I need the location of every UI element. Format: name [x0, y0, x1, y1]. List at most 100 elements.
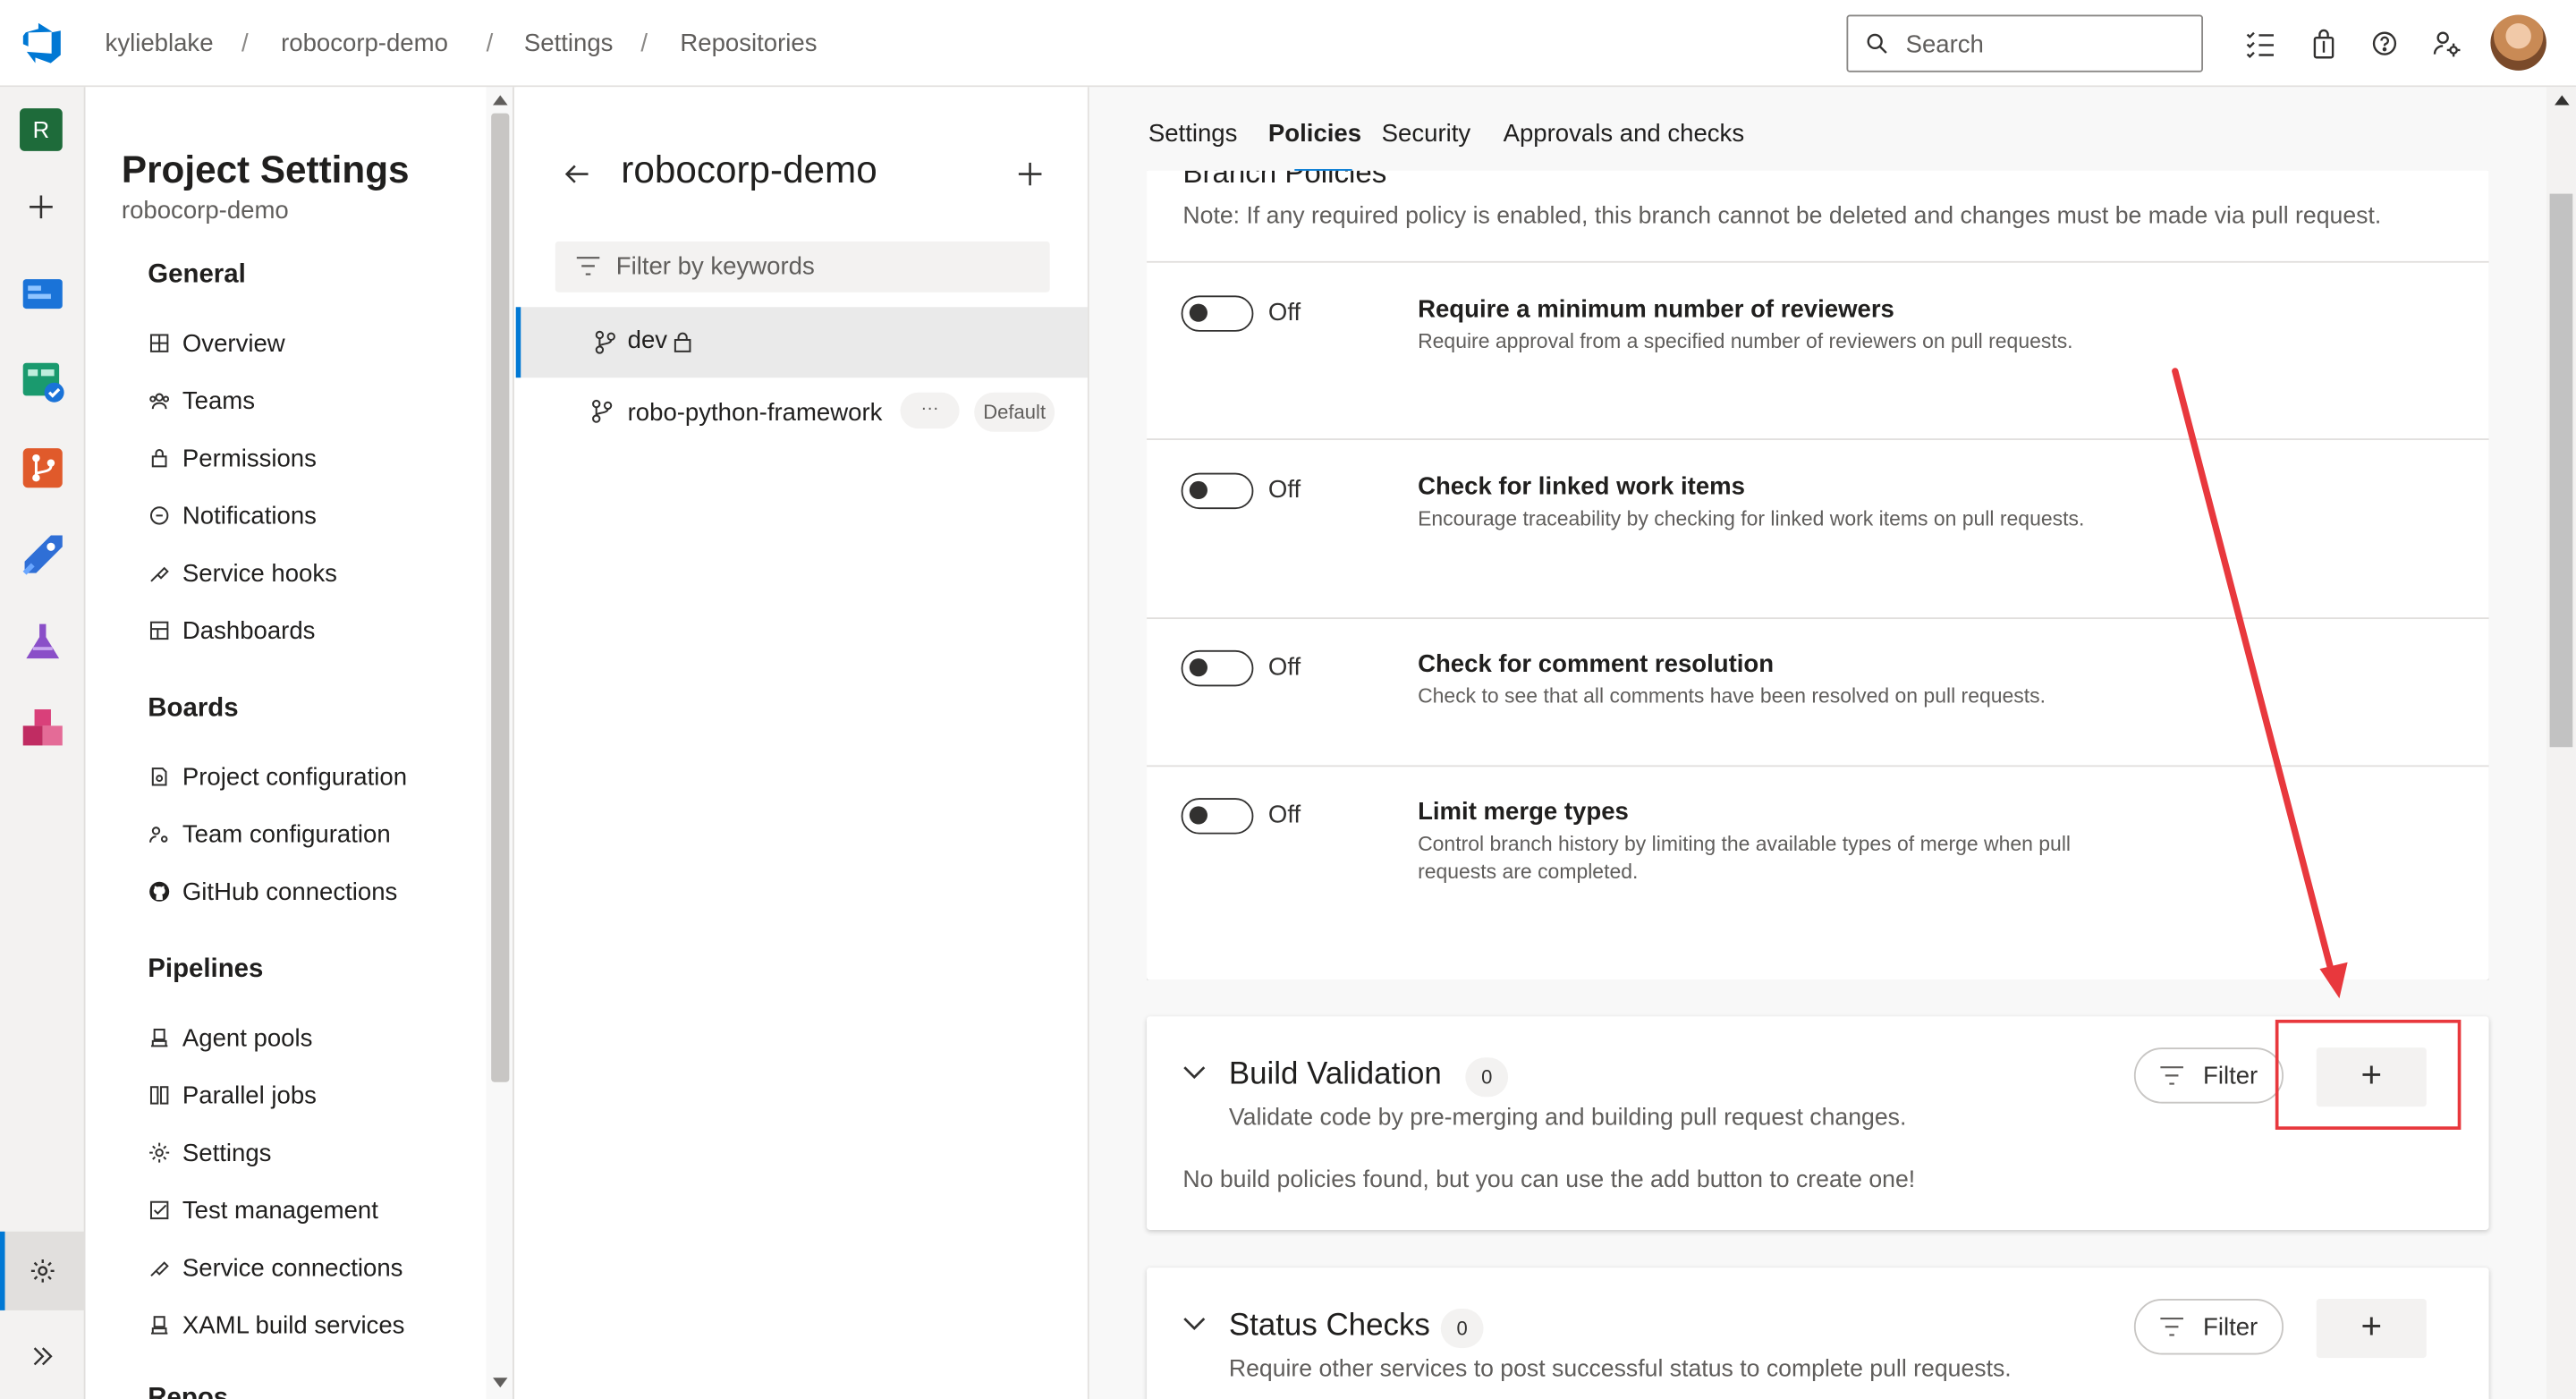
repository-panel: robocorp-demo Filter by keywords dev rob… — [515, 87, 1089, 1399]
branch-name: robo-python-framework — [627, 399, 883, 428]
tab-policies[interactable]: Policies — [1268, 120, 1361, 148]
repository-title: robocorp-demo — [621, 148, 877, 191]
nav-item-notifications[interactable]: Notifications — [148, 497, 317, 533]
breadcrumb-project[interactable]: robocorp-demo — [281, 30, 448, 57]
task-list-icon[interactable] — [2242, 26, 2278, 62]
branch-more-button[interactable]: ··· — [900, 392, 960, 429]
policy-title[interactable]: Limit merge types — [1418, 798, 1629, 826]
breadcrumb-repositories[interactable]: Repositories — [680, 30, 817, 57]
branch-icon — [592, 399, 613, 423]
policy-row-comment-resolution: Off Check for comment resolution Check t… — [1147, 617, 2489, 765]
breadcrumb-separator: / — [640, 30, 648, 58]
overview-icon[interactable] — [20, 271, 65, 317]
nav-item-github-connections[interactable]: GitHub connections — [148, 874, 397, 910]
tab-security[interactable]: Security — [1382, 120, 1471, 148]
help-icon[interactable] — [2368, 26, 2403, 62]
breadcrumb-org[interactable]: kylieblake — [106, 30, 214, 57]
build-validation-count: 0 — [1465, 1057, 1509, 1098]
search-box[interactable]: Search — [1846, 14, 2204, 72]
nav-item-permissions[interactable]: Permissions — [148, 440, 317, 476]
nav-item-project-configuration[interactable]: Project configuration — [148, 759, 407, 794]
agent-pool-icon — [150, 1028, 168, 1047]
nav-item-teams[interactable]: Teams — [148, 383, 255, 419]
main-scrollbar-thumb[interactable] — [2549, 193, 2573, 748]
nav-item-pipeline-settings[interactable]: Settings — [148, 1134, 271, 1170]
comment-resolution-toggle[interactable] — [1181, 649, 1254, 687]
nav-item-team-configuration[interactable]: Team configuration — [148, 816, 391, 852]
chevron-down-icon[interactable] — [1182, 1065, 1206, 1081]
project-config-icon — [151, 767, 167, 786]
status-checks-filter-button[interactable]: Filter — [2133, 1299, 2284, 1355]
add-build-policy-button[interactable]: + — [2316, 1047, 2427, 1107]
project-avatar[interactable]: R — [20, 108, 63, 151]
policy-title[interactable]: Check for linked work items — [1418, 473, 1745, 501]
nav-item-overview[interactable]: Overview — [148, 325, 285, 360]
pipelines-icon[interactable] — [20, 532, 65, 578]
collapse-chevrons-icon[interactable] — [30, 1344, 55, 1369]
minimum-reviewers-toggle[interactable] — [1181, 295, 1254, 332]
test-plans-icon[interactable] — [20, 619, 65, 665]
nav-section-repos: Repos — [148, 1384, 229, 1399]
nav-section-boards: Boards — [148, 694, 239, 723]
status-checks-description: Require other services to post successfu… — [1228, 1356, 2012, 1383]
limit-merge-types-toggle[interactable] — [1181, 798, 1254, 835]
branch-policies-heading: Branch Policies — [1182, 156, 1387, 190]
azure-devops-logo-icon[interactable] — [22, 22, 64, 64]
repos-icon[interactable] — [20, 445, 65, 490]
filter-label: Filter — [2203, 1062, 2258, 1090]
toggle-state-label: Off — [1267, 299, 1301, 327]
nav-item-service-connections[interactable]: Service connections — [148, 1250, 402, 1285]
nav-item-dashboards[interactable]: Dashboards — [148, 613, 315, 649]
policy-row-linked-work-items: Off Check for linked work items Encourag… — [1147, 438, 2489, 617]
nav-item-agent-pools[interactable]: Agent pools — [148, 1020, 312, 1056]
nav-item-service-hooks[interactable]: Service hooks — [148, 555, 337, 590]
policy-title[interactable]: Check for comment resolution — [1418, 650, 1774, 678]
nav-item-test-management[interactable]: Test management — [148, 1192, 378, 1228]
policy-row-minimum-reviewers: Off Require a minimum number of reviewer… — [1147, 260, 2489, 438]
hook-icon — [150, 566, 169, 582]
scroll-down-icon[interactable] — [493, 1378, 508, 1388]
back-arrow-icon[interactable] — [564, 161, 589, 187]
policy-description: Encourage traceability by checking for l… — [1418, 507, 2085, 530]
branch-name: dev — [627, 326, 668, 355]
nav-item-parallel-jobs[interactable]: Parallel jobs — [148, 1077, 317, 1113]
nav-scrollbar-thumb[interactable] — [491, 113, 510, 1082]
nav-item-xaml-build-services[interactable]: XAML build services — [148, 1307, 404, 1343]
scroll-up-icon[interactable] — [493, 95, 508, 106]
top-bar: kylieblake / robocorp-demo / Settings / … — [0, 0, 2576, 88]
filter-icon — [2160, 1317, 2183, 1336]
search-placeholder: Search — [1905, 30, 1984, 60]
avatar[interactable] — [2490, 14, 2546, 71]
build-validation-title: Build Validation — [1228, 1057, 1442, 1092]
policy-title[interactable]: Require a minimum number of reviewers — [1418, 295, 1894, 323]
branch-item-robo-python-framework[interactable]: robo-python-framework ··· Default — [516, 377, 1088, 448]
left-rail: R — [0, 87, 86, 1399]
plus-icon[interactable] — [28, 194, 54, 220]
breadcrumb-settings[interactable]: Settings — [524, 30, 614, 57]
lock-icon — [674, 332, 691, 352]
page-subtitle: robocorp-demo — [121, 197, 289, 225]
tab-settings[interactable]: Settings — [1148, 120, 1238, 148]
policy-description: Check to see that all comments have been… — [1418, 684, 2046, 708]
branch-filter-input[interactable]: Filter by keywords — [555, 241, 1050, 293]
branch-item-dev[interactable]: dev — [515, 307, 1088, 378]
chevron-down-icon[interactable] — [1182, 1317, 1206, 1332]
user-settings-icon[interactable] — [2429, 26, 2465, 62]
toggle-state-label: Off — [1267, 653, 1301, 682]
boards-icon[interactable] — [20, 358, 65, 403]
policy-description: Control branch history by limiting the a… — [1418, 832, 2072, 884]
policy-description: Require approval from a specified number… — [1418, 329, 2073, 353]
artifacts-icon[interactable] — [20, 706, 65, 751]
marketplace-bag-icon[interactable] — [2307, 26, 2343, 62]
build-validation-filter-button[interactable]: Filter — [2133, 1047, 2284, 1104]
project-settings-rail-item[interactable] — [0, 1231, 86, 1310]
add-branch-plus-icon[interactable] — [1018, 162, 1042, 186]
scroll-up-icon[interactable] — [2555, 95, 2570, 106]
nav-scrollbar[interactable] — [486, 87, 514, 1399]
filter-icon — [2160, 1066, 2183, 1085]
main-scrollbar[interactable] — [2546, 87, 2576, 1399]
linked-work-items-toggle[interactable] — [1181, 472, 1254, 510]
branch-policies-main: Settings Policies Security Approvals and… — [1089, 87, 2546, 1399]
tab-approvals-and-checks[interactable]: Approvals and checks — [1504, 120, 1745, 148]
add-status-check-button[interactable]: + — [2316, 1299, 2427, 1359]
